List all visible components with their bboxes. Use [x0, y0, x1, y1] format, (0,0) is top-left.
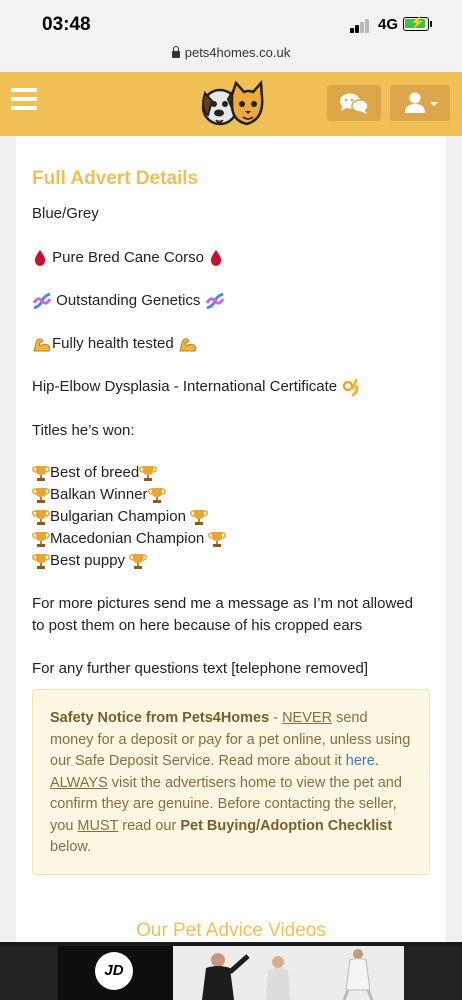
hamburger-icon[interactable] [11, 88, 37, 110]
blood-drop-icon [34, 250, 46, 267]
title-text: Best puppy [50, 552, 126, 569]
notice-never: NEVER [282, 710, 333, 726]
read-more-link[interactable]: here [346, 753, 375, 769]
signal-icon [350, 19, 372, 33]
trophy-icon [32, 532, 50, 548]
flexed-bicep-icon [179, 338, 197, 352]
title-item: Balkan Winner [32, 485, 166, 505]
flexed-bicep-icon [33, 338, 51, 352]
trophy-icon [208, 532, 227, 548]
charging-icon: ⚡ [410, 15, 425, 29]
safety-notice: Safety Notice from Pets4Homes - NEVER se… [32, 689, 430, 875]
health-text: Fully health tested [52, 335, 174, 352]
advert-breed-line: Pure Bred Cane Corso [32, 248, 224, 268]
advert-health-line: Fully health tested [32, 334, 198, 354]
trophy-icon [32, 466, 50, 482]
blood-drop-icon [210, 250, 222, 267]
breed-text: Pure Bred Cane Corso [52, 249, 204, 266]
ad-side-left [0, 946, 58, 1000]
notice-dash: - [269, 710, 283, 726]
advert-colour: Blue/Grey [32, 205, 99, 222]
battery-cap [430, 21, 432, 27]
title-text: Bulgarian Champion [50, 508, 186, 525]
trophy-icon [129, 554, 148, 570]
titles-heading: Titles he’s won: [32, 422, 135, 439]
pets4homes-logo-icon[interactable] [198, 79, 264, 129]
status-time: 03:48 [42, 14, 91, 35]
chat-bubbles-icon [340, 93, 369, 114]
section-title: Full Advert Details [32, 168, 199, 189]
jd-logo[interactable]: JD [95, 952, 133, 990]
ok-hand-icon [343, 378, 359, 397]
notice-heading: Safety Notice from Pets4Homes [50, 710, 270, 726]
trophy-icon [32, 510, 50, 526]
genetics-text: Outstanding Genetics [56, 292, 201, 309]
dna-icon [205, 292, 224, 310]
notice-text-2: . [374, 753, 379, 769]
title-text: Balkan Winner [50, 486, 148, 503]
checklist-text: Pet Buying/Adoption Checklist [180, 817, 393, 834]
advert-genetics-line: Outstanding Genetics [32, 291, 225, 311]
trophy-icon [147, 488, 166, 504]
title-item: Best puppy [32, 551, 148, 571]
notice-text-4: read our [118, 817, 181, 834]
videos-heading: Our Pet Advice Videos [136, 920, 326, 941]
notice-must: MUST [77, 817, 119, 834]
pictures-line-2: to post them on here because of his crop… [32, 617, 363, 634]
title-item: Best of breed [32, 463, 158, 483]
pictures-line-1: For more pictures send me a message as I… [32, 595, 413, 612]
title-text: Macedonian Champion [50, 530, 205, 547]
status-bar [0, 0, 462, 72]
title-text: Best of breed [50, 464, 140, 481]
address-bar[interactable]: pets4homes.co.uk [0, 45, 462, 60]
notice-text-5: below. [50, 839, 92, 855]
user-menu-button[interactable] [390, 85, 450, 121]
trophy-icon [32, 488, 50, 504]
dna-icon [32, 292, 52, 310]
ad-side-right [404, 946, 462, 1000]
caret-down-icon [430, 102, 438, 106]
notice-always: ALWAYS [50, 774, 108, 791]
title-item: Macedonian Champion [32, 529, 227, 549]
user-icon [405, 92, 438, 113]
trophy-icon [32, 554, 50, 570]
advert-certificate-line: Hip-Elbow Dysplasia - International Cert… [32, 377, 359, 397]
lock-icon [171, 46, 180, 58]
trophy-icon [139, 466, 158, 482]
contact-line: For any further questions text [telephon… [32, 660, 369, 677]
network-type: 4G [378, 16, 399, 33]
title-item: Bulgarian Champion [32, 507, 209, 527]
certificate-text: Hip-Elbow Dysplasia - International Cert… [32, 378, 338, 395]
url-text: pets4homes.co.uk [184, 45, 291, 60]
trophy-icon [190, 510, 209, 526]
chat-button[interactable] [327, 85, 381, 121]
